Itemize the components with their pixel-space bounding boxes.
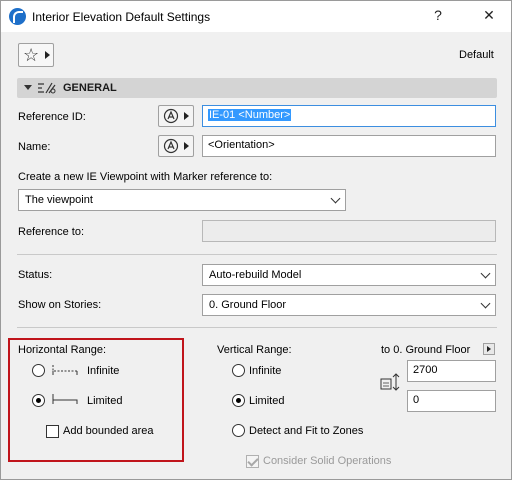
stories-dropdown-value: 0. Ground Floor [209, 299, 287, 311]
vertical-range-title: Vertical Range: [217, 344, 292, 356]
favorites-button[interactable]: ☆ [18, 43, 54, 67]
viewpoint-dropdown-value: The viewpoint [25, 194, 93, 206]
archicad-app-icon [9, 8, 26, 25]
name-autotext-button[interactable] [158, 135, 194, 157]
window-title: Interior Elevation Default Settings [32, 10, 211, 24]
viewpoint-dropdown[interactable]: The viewpoint [18, 189, 346, 211]
consider-solid-operations-label: Consider Solid Operations [263, 455, 392, 467]
favorite-name-label: Default [459, 49, 494, 61]
reference-to-label: Reference to: [18, 226, 85, 238]
vertical-bottom-input[interactable]: 0 [407, 390, 496, 412]
arrow-right-icon [184, 142, 189, 150]
vertical-limited-radio[interactable] [232, 394, 245, 407]
horizontal-limited-label: Limited [87, 395, 123, 407]
horizontal-limited-radio[interactable] [32, 394, 45, 407]
section-title: GENERAL [63, 82, 117, 94]
reference-id-autotext-button[interactable] [158, 105, 194, 127]
autotext-icon [163, 138, 179, 154]
show-on-stories-label: Show on Stories: [18, 299, 102, 311]
autotext-icon [163, 108, 179, 124]
add-bounded-area-checkbox[interactable] [46, 425, 59, 438]
create-viewpoint-label: Create a new IE Viewpoint with Marker re… [18, 171, 273, 183]
help-button[interactable]: ? [428, 7, 448, 23]
collapse-triangle-icon [24, 85, 32, 90]
status-dropdown-value: Auto-rebuild Model [209, 269, 302, 281]
settings-dialog: Interior Elevation Default Settings ? ✕ … [0, 0, 512, 480]
to-story-button[interactable] [483, 343, 495, 355]
vertical-detect-zones-radio[interactable] [232, 424, 245, 437]
divider [17, 327, 497, 328]
vertical-detect-zones-label: Detect and Fit to Zones [249, 425, 364, 437]
horizontal-infinite-label: Infinite [87, 365, 120, 377]
general-section-header[interactable]: GENERAL [17, 78, 497, 98]
status-dropdown[interactable]: Auto-rebuild Model [202, 264, 496, 286]
horizontal-infinite-radio[interactable] [32, 364, 45, 377]
name-label: Name: [18, 141, 51, 153]
consider-solid-operations-checkbox [246, 455, 259, 468]
star-icon: ☆ [23, 45, 40, 65]
vertical-top-input[interactable]: 2700 [407, 360, 496, 382]
reference-id-value: IE-01 <Number> [208, 109, 292, 121]
title-bar: Interior Elevation Default Settings ? ✕ [1, 1, 511, 32]
chevron-down-icon [480, 268, 491, 279]
arrow-right-icon [45, 51, 50, 59]
reference-to-field [202, 220, 496, 242]
horizontal-range-title: Horizontal Range: [18, 344, 107, 356]
close-button[interactable]: ✕ [479, 7, 499, 24]
general-settings-icon [38, 82, 56, 94]
vertical-limited-label: Limited [249, 395, 285, 407]
vertical-infinite-label: Infinite [249, 365, 282, 377]
limited-range-icon [52, 394, 78, 404]
divider [17, 254, 497, 255]
name-input[interactable]: <Orientation> [202, 135, 496, 157]
chevron-down-icon [330, 193, 341, 204]
infinite-range-icon [52, 365, 78, 375]
to-story-label: to 0. Ground Floor [381, 344, 471, 356]
status-label: Status: [18, 269, 53, 281]
arrow-right-icon [184, 112, 189, 120]
reference-id-input[interactable]: IE-01 <Number> [202, 105, 496, 127]
chevron-down-icon [480, 298, 491, 309]
add-bounded-area-label: Add bounded area [63, 425, 154, 437]
stories-dropdown[interactable]: 0. Ground Floor [202, 294, 496, 316]
vertical-range-offset-icon [380, 373, 400, 391]
reference-id-label: Reference ID: [18, 111, 86, 123]
vertical-infinite-radio[interactable] [232, 364, 245, 377]
